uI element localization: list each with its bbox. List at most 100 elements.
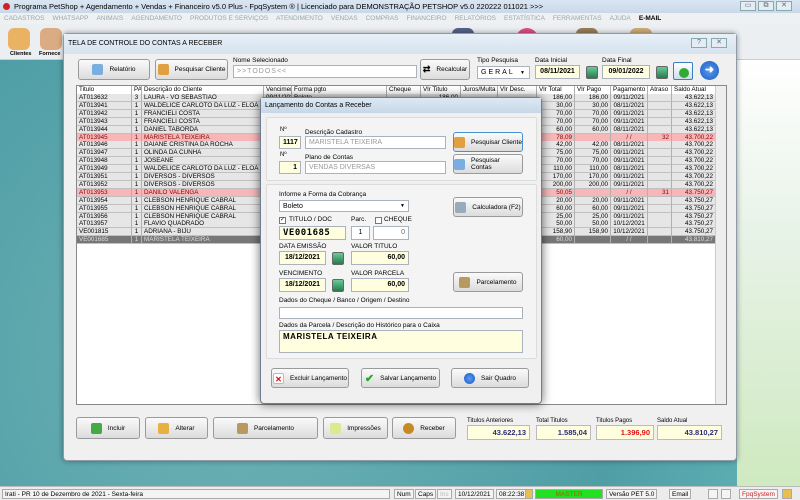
calculator-icon: [455, 201, 467, 213]
monitor-icon[interactable]: [721, 489, 731, 499]
column-header[interactable]: Vlr Pago: [575, 86, 611, 94]
table-cell: 08/11/2021: [611, 125, 648, 134]
column-header[interactable]: Descrição do Cliente: [142, 86, 264, 94]
report-button[interactable]: Relatório: [78, 59, 150, 80]
menu-item[interactable]: ESTATÍSTICA: [504, 15, 545, 22]
cheque-checkbox[interactable]: [375, 217, 382, 224]
minimize-button[interactable]: ▭: [740, 1, 756, 11]
maximize-button[interactable]: ⧉: [758, 1, 774, 11]
user-icon: [782, 489, 792, 499]
menu-item[interactable]: ANIMAIS: [96, 15, 123, 22]
menu-item[interactable]: AGENDAMENTO: [131, 15, 182, 22]
table-cell: 43.750,27: [672, 204, 716, 213]
table-cell: LAURA - VÓ SEBASTIÃO: [142, 94, 264, 102]
column-header[interactable]: Pagamento: [611, 86, 648, 94]
calendar-icon[interactable]: [656, 66, 668, 79]
column-header[interactable]: Juros/Multa: [461, 86, 498, 94]
menu-item[interactable]: AJUDA: [610, 15, 631, 22]
menu-item[interactable]: WHATSAPP: [52, 15, 88, 22]
table-cell: AT013943: [77, 117, 132, 126]
cheque-data-field[interactable]: [279, 307, 523, 319]
recalculate-button[interactable]: ⇄ Recalcular: [420, 59, 470, 80]
column-header[interactable]: Vencimento: [264, 86, 292, 94]
installment-value-field[interactable]: 60,00: [351, 278, 409, 292]
installments-button[interactable]: Parcelamento: [213, 417, 318, 439]
end-date-field[interactable]: 09/01/2022: [602, 65, 650, 79]
title-doc-checkbox[interactable]: ✓: [279, 217, 286, 224]
exit-dialog-button[interactable]: Sair Quadro: [451, 368, 529, 388]
dialog-installments-button[interactable]: Parcelamento: [453, 272, 523, 292]
title-doc-field[interactable]: VE001685: [279, 226, 346, 240]
toolbar-clientes-label[interactable]: Clientes: [10, 51, 31, 57]
vertical-scrollbar[interactable]: [715, 86, 726, 404]
include-button[interactable]: Incluir: [76, 417, 140, 439]
arrow-right-icon: [463, 372, 475, 384]
table-cell: 1: [132, 101, 142, 110]
due-date-field[interactable]: 18/12/2021: [279, 278, 326, 292]
close-button[interactable]: ✕: [776, 1, 792, 11]
selected-name-field[interactable]: >>TODOS<<: [233, 65, 417, 78]
dialog-search-client-label: Pesquisar Cliente: [471, 138, 522, 146]
menu-item[interactable]: ATENDIMENTO: [276, 15, 323, 22]
menu-item[interactable]: VENDAS: [331, 15, 358, 22]
menu-item[interactable]: RELATÓRIOS: [455, 15, 496, 22]
menu-item[interactable]: CADASTROS: [4, 15, 44, 22]
suppliers-icon[interactable]: [40, 28, 62, 50]
delete-entry-button[interactable]: ✕ Excluir Lançamento: [271, 368, 349, 388]
start-date-field[interactable]: 08/11/2021: [535, 65, 580, 79]
table-cell: [648, 212, 672, 221]
location-date-status: Irati - PR 10 de Dezembro de 2021 - Sext…: [2, 489, 390, 499]
menu-item[interactable]: E-MAIL: [639, 15, 661, 22]
window-close-button[interactable]: ✕: [711, 38, 727, 48]
receive-button[interactable]: Receber: [392, 417, 456, 439]
calendar-icon[interactable]: [586, 66, 598, 79]
calculator-button[interactable]: Calculadora (F2): [453, 197, 523, 217]
menu-item[interactable]: FERRAMENTAS: [553, 15, 602, 22]
search-client-button[interactable]: Pesquisar Cliente: [155, 59, 228, 80]
column-header[interactable]: Cheque: [387, 86, 421, 94]
calendar-icon[interactable]: [332, 252, 344, 265]
menu-item[interactable]: FINANCEIRO: [406, 15, 446, 22]
table-cell: 1: [132, 180, 142, 189]
column-header[interactable]: Vlr Desc.: [498, 86, 537, 94]
arrow-right-icon[interactable]: ➜: [700, 61, 719, 80]
registration-number-field[interactable]: 1117: [279, 136, 301, 149]
menu-item[interactable]: PRODUTOS E SERVIÇOS: [190, 15, 268, 22]
column-header[interactable]: Forma pgto: [292, 86, 387, 94]
account-number-field[interactable]: 1: [279, 161, 301, 174]
email-status[interactable]: Email: [669, 489, 692, 499]
table-cell: 3: [132, 94, 142, 102]
search-accounts-button[interactable]: Pesquisar Contas: [453, 154, 523, 174]
column-header[interactable]: Atraso: [648, 86, 672, 94]
table-cell: 43.622,13: [672, 117, 716, 126]
column-header[interactable]: Vlr Titulo: [421, 86, 461, 94]
account-name-field[interactable]: VENDAS DIVERSAS: [305, 161, 446, 174]
printer-icon[interactable]: [708, 489, 718, 499]
title-value-field[interactable]: 60,00: [351, 251, 409, 265]
column-header[interactable]: Saldo Atual: [672, 86, 716, 94]
column-header[interactable]: PA: [132, 86, 142, 94]
help-button[interactable]: ?: [691, 38, 707, 48]
edit-button[interactable]: Alterar: [145, 417, 208, 439]
calendar-icon[interactable]: [332, 279, 344, 292]
installment-field[interactable]: 1: [351, 226, 370, 240]
registration-name-field[interactable]: MARISTELA TEIXEIRA: [305, 136, 446, 149]
dialog-search-client-button[interactable]: Pesquisar Cliente: [453, 132, 523, 152]
installment-history-field[interactable]: MARISTELA TEIXEIRA: [279, 330, 523, 353]
cheque-number-field[interactable]: 0: [373, 226, 409, 240]
table-cell: 1: [132, 165, 142, 174]
column-header[interactable]: Vlr Total: [537, 86, 575, 94]
table-cell: AT013946: [77, 141, 132, 150]
refresh-icon[interactable]: [673, 62, 693, 80]
version-status: Versão PET 5.0: [606, 489, 658, 499]
column-header[interactable]: Titulo: [77, 86, 132, 94]
billing-method-select[interactable]: Boleto ▼: [279, 200, 409, 212]
issue-date-field[interactable]: 18/12/2021: [279, 251, 326, 265]
menu-item[interactable]: COMPRAS: [366, 15, 399, 22]
save-entry-button[interactable]: ✔ Salvar Lançamento: [361, 368, 440, 388]
search-type-select[interactable]: GERAL ▼: [477, 66, 530, 79]
clients-icon[interactable]: [8, 28, 30, 50]
table-cell: AT013944: [77, 125, 132, 134]
prints-button[interactable]: Impressões: [323, 417, 388, 439]
toolbar-fornece-label[interactable]: Fornece: [39, 51, 60, 57]
